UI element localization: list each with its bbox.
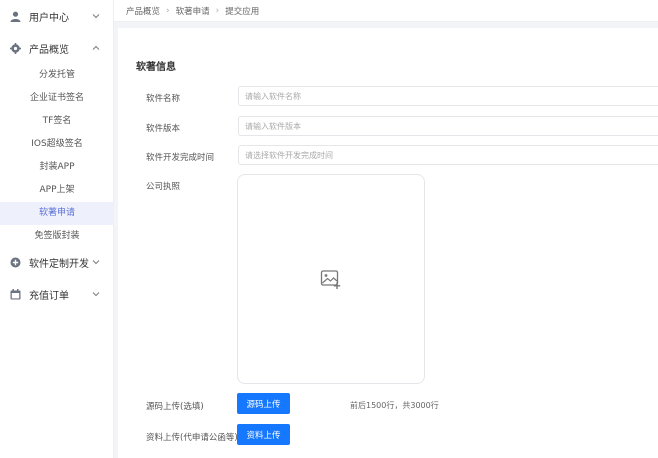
menu-group-label: 用户中心 — [29, 12, 69, 24]
sidebar-item-package-app[interactable]: 封装APP — [0, 156, 114, 179]
section-title: 软著信息 — [136, 62, 176, 73]
chevron-up-icon — [92, 45, 100, 50]
menu-group-label: 充值订单 — [29, 290, 69, 302]
material-upload-label: 资料上传(代申请公函等) — [146, 433, 238, 443]
business-license-label: 公司执照 — [146, 182, 181, 192]
menu-group-user-center[interactable]: 用户中心 — [0, 0, 114, 32]
chevron-down-icon — [92, 14, 100, 19]
breadcrumb-separator-icon: › — [215, 5, 220, 16]
chevron-down-icon — [92, 260, 100, 265]
sidebar: 用户中心 产品概览 分发托管 企业证书签名 TF签名 IOS超级签名 封装APP… — [0, 0, 114, 458]
sidebar-item-ios-super-signing[interactable]: IOS超级签名 — [0, 133, 114, 156]
sidebar-item-signature-free-package[interactable]: 免签版封装 — [0, 225, 114, 248]
sidebar-item-enterprise-cert-signing[interactable]: 企业证书签名 — [0, 87, 114, 110]
menu-group-recharge-orders[interactable]: 充值订单 — [0, 278, 114, 310]
plus-circle-icon — [10, 257, 21, 268]
software-version-input[interactable]: 请输入软件版本 — [238, 116, 658, 136]
user-icon — [10, 11, 21, 22]
sidebar-item-distribution-hosting[interactable]: 分发托管 — [0, 64, 114, 87]
menu-group-label: 产品概览 — [29, 44, 69, 56]
breadcrumb-item-product-overview[interactable]: 产品概览 — [126, 5, 160, 17]
submenu-product-overview: 分发托管 企业证书签名 TF签名 IOS超级签名 封装APP APP上架 软著申… — [0, 64, 114, 248]
dev-finish-time-label: 软件开发完成时间 — [146, 153, 215, 163]
source-upload-label: 源码上传(选填) — [146, 402, 204, 412]
software-name-label: 软件名称 — [146, 94, 181, 104]
menu-group-label: 软件定制开发 — [29, 258, 89, 270]
software-version-label: 软件版本 — [146, 124, 181, 134]
software-name-input[interactable]: 请输入软件名称 — [238, 86, 658, 106]
form-panel: 软著信息 软件名称 请输入软件名称 软件版本 请输入软件版本 软件开发完成时间 … — [118, 28, 658, 458]
sidebar-item-app-listing[interactable]: APP上架 — [0, 179, 114, 202]
gear-icon — [10, 42, 21, 54]
breadcrumb-item-software-copyright[interactable]: 软著申请 — [176, 5, 210, 17]
breadcrumb-separator-icon: › — [166, 5, 170, 16]
calendar-icon — [10, 288, 21, 300]
breadcrumb-item-submit-app: 提交应用 — [225, 6, 260, 17]
dev-finish-time-picker[interactable]: 请选择软件开发完成时间 — [238, 145, 658, 165]
menu-group-product-overview[interactable]: 产品概览 — [0, 32, 114, 64]
source-upload-button[interactable]: 源码上传 — [237, 393, 290, 414]
business-license-upload[interactable] — [237, 174, 425, 384]
breadcrumb: 产品概览 › 软著申请 › 提交应用 — [114, 0, 658, 22]
material-upload-button[interactable]: 资料上传 — [237, 424, 290, 445]
sidebar-item-software-copyright[interactable]: 软著申请 — [0, 202, 114, 225]
add-image-icon — [320, 270, 341, 289]
menu-group-custom-development[interactable]: 软件定制开发 — [0, 246, 114, 278]
source-upload-hint: 前后1500行，共3000行 — [350, 401, 439, 410]
sidebar-item-tf-signing[interactable]: TF签名 — [0, 110, 114, 133]
chevron-down-icon — [92, 292, 100, 297]
